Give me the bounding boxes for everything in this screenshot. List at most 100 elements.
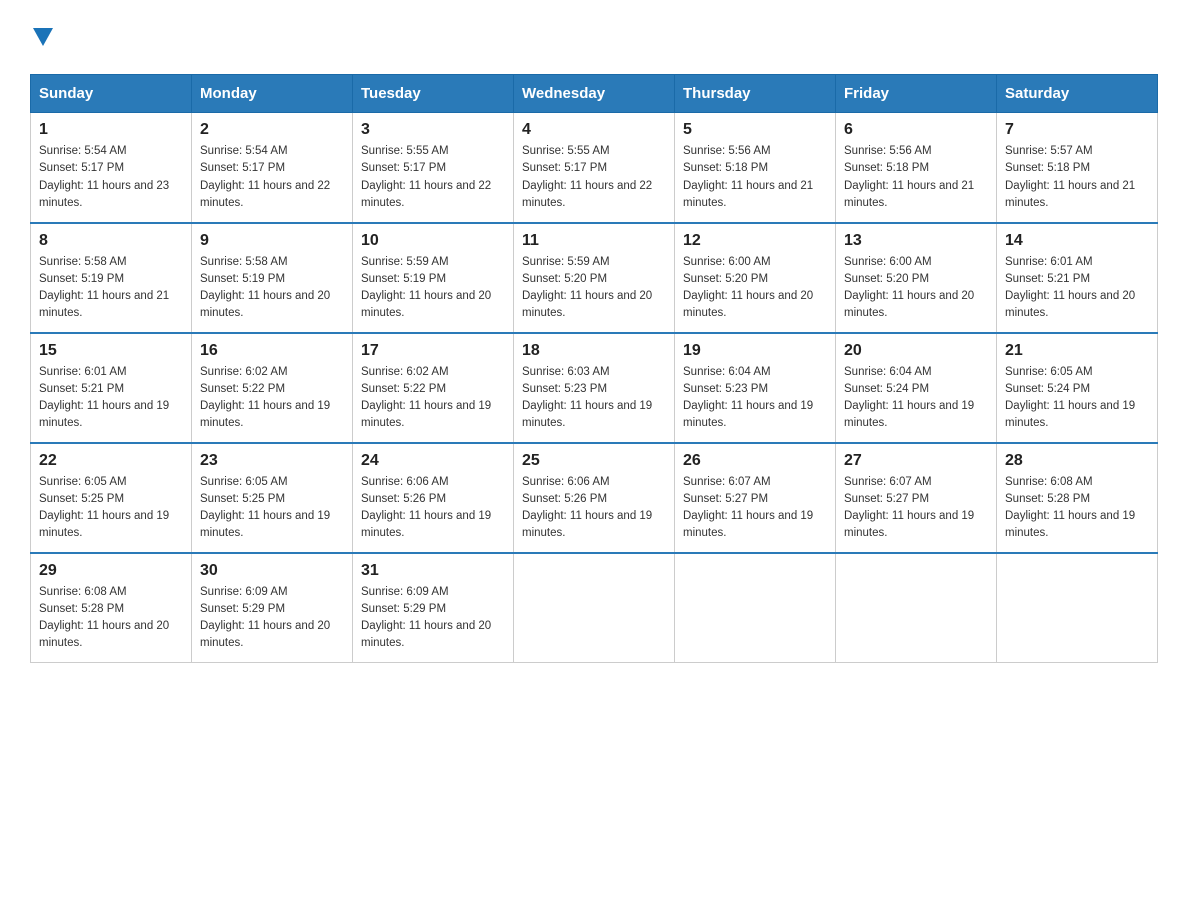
calendar-cell: 5 Sunrise: 5:56 AMSunset: 5:18 PMDaylight… [675,113,836,223]
day-number: 26 [683,452,827,470]
day-number: 19 [683,342,827,360]
day-info: Sunrise: 6:04 AMSunset: 5:23 PMDaylight:… [683,364,827,433]
col-header-sunday: Sunday [31,75,192,113]
calendar-cell: 15 Sunrise: 6:01 AMSunset: 5:21 PMDayligh… [31,333,192,443]
day-number: 28 [1005,452,1149,470]
calendar-week-row: 22 Sunrise: 6:05 AMSunset: 5:25 PMDayligh… [31,443,1158,553]
calendar-cell: 1 Sunrise: 5:54 AMSunset: 5:17 PMDaylight… [31,113,192,223]
day-info: Sunrise: 6:09 AMSunset: 5:29 PMDaylight:… [200,584,344,653]
day-info: Sunrise: 5:56 AMSunset: 5:18 PMDaylight:… [683,143,827,212]
col-header-thursday: Thursday [675,75,836,113]
calendar-week-row: 15 Sunrise: 6:01 AMSunset: 5:21 PMDayligh… [31,333,1158,443]
col-header-friday: Friday [836,75,997,113]
day-info: Sunrise: 6:05 AMSunset: 5:25 PMDaylight:… [200,474,344,543]
calendar-week-row: 8 Sunrise: 5:58 AMSunset: 5:19 PMDaylight… [31,223,1158,333]
day-number: 12 [683,232,827,250]
day-info: Sunrise: 6:04 AMSunset: 5:24 PMDaylight:… [844,364,988,433]
calendar-cell: 2Sunrise: 5:54 AMSunset: 5:17 PMDaylight… [192,113,353,223]
calendar-cell: 27Sunrise: 6:07 AMSunset: 5:27 PMDayligh… [836,443,997,553]
calendar-cell: 30 Sunrise: 6:09 AMSunset: 5:29 PMDayligh… [192,553,353,663]
day-number: 22 [39,452,183,470]
day-number: 13 [844,232,988,250]
day-info: Sunrise: 6:00 AMSunset: 5:20 PMDaylight:… [844,254,988,323]
calendar-cell: 20 Sunrise: 6:04 AMSunset: 5:24 PMDayligh… [836,333,997,443]
calendar-cell: 24Sunrise: 6:06 AMSunset: 5:26 PMDayligh… [353,443,514,553]
calendar-cell: 10 Sunrise: 5:59 AMSunset: 5:19 PMDayligh… [353,223,514,333]
day-number: 25 [522,452,666,470]
col-header-wednesday: Wednesday [514,75,675,113]
day-number: 20 [844,342,988,360]
day-info: Sunrise: 6:01 AMSunset: 5:21 PMDaylight:… [1005,254,1149,323]
calendar-cell: 21 Sunrise: 6:05 AMSunset: 5:24 PMDayligh… [997,333,1158,443]
calendar-table: SundayMondayTuesdayWednesdayThursdayFrid… [30,74,1158,663]
day-number: 17 [361,342,505,360]
calendar-cell: 26 Sunrise: 6:07 AMSunset: 5:27 PMDayligh… [675,443,836,553]
day-number: 30 [200,562,344,580]
day-info: Sunrise: 6:00 AMSunset: 5:20 PMDaylight:… [683,254,827,323]
day-number: 18 [522,342,666,360]
day-number: 5 [683,121,827,139]
calendar-cell: 18 Sunrise: 6:03 AMSunset: 5:23 PMDayligh… [514,333,675,443]
col-header-saturday: Saturday [997,75,1158,113]
day-info: Sunrise: 6:07 AMSunset: 5:27 PMDaylight:… [844,474,988,543]
day-info: Sunrise: 5:54 AMSunset: 5:17 PMDaylight:… [200,143,344,212]
day-info: Sunrise: 6:06 AMSunset: 5:26 PMDaylight:… [522,474,666,543]
day-number: 1 [39,121,183,139]
day-number: 15 [39,342,183,360]
day-info: Sunrise: 6:08 AMSunset: 5:28 PMDaylight:… [39,584,183,653]
day-number: 29 [39,562,183,580]
calendar-cell: 14Sunrise: 6:01 AMSunset: 5:21 PMDayligh… [997,223,1158,333]
page-header [30,20,1158,54]
day-number: 4 [522,121,666,139]
calendar-cell [997,553,1158,663]
day-number: 23 [200,452,344,470]
calendar-cell: 3Sunrise: 5:55 AMSunset: 5:17 PMDaylight… [353,113,514,223]
day-info: Sunrise: 6:09 AMSunset: 5:29 PMDaylight:… [361,584,505,653]
calendar-cell: 7 Sunrise: 5:57 AMSunset: 5:18 PMDaylight… [997,113,1158,223]
day-number: 10 [361,232,505,250]
day-number: 16 [200,342,344,360]
calendar-cell: 6Sunrise: 5:56 AMSunset: 5:18 PMDaylight… [836,113,997,223]
day-info: Sunrise: 6:03 AMSunset: 5:23 PMDaylight:… [522,364,666,433]
calendar-cell: 12 Sunrise: 6:00 AMSunset: 5:20 PMDayligh… [675,223,836,333]
day-number: 9 [200,232,344,250]
day-info: Sunrise: 6:02 AMSunset: 5:22 PMDaylight:… [361,364,505,433]
day-info: Sunrise: 5:59 AMSunset: 5:20 PMDaylight:… [522,254,666,323]
day-info: Sunrise: 5:58 AMSunset: 5:19 PMDaylight:… [39,254,183,323]
day-number: 24 [361,452,505,470]
day-number: 21 [1005,342,1149,360]
day-info: Sunrise: 5:57 AMSunset: 5:18 PMDaylight:… [1005,143,1149,212]
day-info: Sunrise: 5:55 AMSunset: 5:17 PMDaylight:… [522,143,666,212]
day-info: Sunrise: 5:58 AMSunset: 5:19 PMDaylight:… [200,254,344,323]
logo-general-line [30,20,53,54]
logo [30,20,53,54]
day-number: 11 [522,232,666,250]
calendar-week-row: 29 Sunrise: 6:08 AMSunset: 5:28 PMDayligh… [31,553,1158,663]
day-info: Sunrise: 5:56 AMSunset: 5:18 PMDaylight:… [844,143,988,212]
calendar-cell: 22 Sunrise: 6:05 AMSunset: 5:25 PMDayligh… [31,443,192,553]
day-number: 7 [1005,121,1149,139]
day-info: Sunrise: 5:59 AMSunset: 5:19 PMDaylight:… [361,254,505,323]
calendar-cell [675,553,836,663]
calendar-cell: 9 Sunrise: 5:58 AMSunset: 5:19 PMDaylight… [192,223,353,333]
day-info: Sunrise: 6:05 AMSunset: 5:24 PMDaylight:… [1005,364,1149,433]
day-number: 8 [39,232,183,250]
day-info: Sunrise: 5:54 AMSunset: 5:17 PMDaylight:… [39,143,183,212]
calendar-cell: 4 Sunrise: 5:55 AMSunset: 5:17 PMDaylight… [514,113,675,223]
calendar-cell: 13 Sunrise: 6:00 AMSunset: 5:20 PMDayligh… [836,223,997,333]
day-number: 31 [361,562,505,580]
day-info: Sunrise: 6:08 AMSunset: 5:28 PMDaylight:… [1005,474,1149,543]
calendar-cell: 11 Sunrise: 5:59 AMSunset: 5:20 PMDayligh… [514,223,675,333]
calendar-cell: 19 Sunrise: 6:04 AMSunset: 5:23 PMDayligh… [675,333,836,443]
calendar-cell [836,553,997,663]
day-info: Sunrise: 6:01 AMSunset: 5:21 PMDaylight:… [39,364,183,433]
day-info: Sunrise: 6:07 AMSunset: 5:27 PMDaylight:… [683,474,827,543]
calendar-cell: 28 Sunrise: 6:08 AMSunset: 5:28 PMDayligh… [997,443,1158,553]
logo-arrow-icon [33,20,53,54]
calendar-header-row: SundayMondayTuesdayWednesdayThursdayFrid… [31,75,1158,113]
calendar-cell: 8 Sunrise: 5:58 AMSunset: 5:19 PMDaylight… [31,223,192,333]
calendar-cell: 16 Sunrise: 6:02 AMSunset: 5:22 PMDayligh… [192,333,353,443]
calendar-week-row: 1 Sunrise: 5:54 AMSunset: 5:17 PMDaylight… [31,113,1158,223]
day-info: Sunrise: 6:02 AMSunset: 5:22 PMDaylight:… [200,364,344,433]
day-info: Sunrise: 6:05 AMSunset: 5:25 PMDaylight:… [39,474,183,543]
